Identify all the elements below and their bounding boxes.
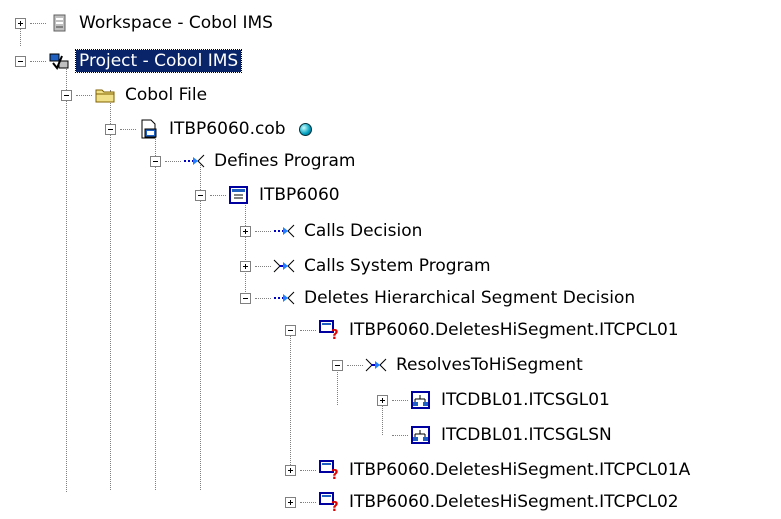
tree-line <box>110 90 111 490</box>
tree-node-label: ITBP6060.DeletesHiSegment.ITCPCL02 <box>349 492 679 512</box>
tree-node-label: Project - Cobol IMS <box>74 49 243 73</box>
program-icon <box>228 185 250 205</box>
relationship-icon <box>273 256 295 276</box>
expand-toggle[interactable] <box>240 225 251 237</box>
tree-connector <box>347 364 363 366</box>
tree-node-label: Workspace - Cobol IMS <box>79 13 273 33</box>
expand-toggle[interactable] <box>240 260 251 272</box>
tree-node-resolves-to[interactable]: ResolvesToHiSegment <box>332 351 586 379</box>
relationship-icon <box>365 355 387 375</box>
tree-connector <box>255 297 271 299</box>
collapse-toggle[interactable] <box>15 55 26 67</box>
tree-node-label: ITBP6060.cob <box>169 119 286 139</box>
tree-node-calls-system-program[interactable]: Calls System Program <box>240 252 494 280</box>
svg-text:?: ? <box>331 500 339 512</box>
tree-node-label: ITBP6060 <box>259 185 340 205</box>
tree-connector <box>300 329 316 331</box>
tree-node-label: Cobol File <box>125 85 208 105</box>
tree-connector <box>392 434 408 436</box>
segment-icon <box>410 425 432 445</box>
decision-icon: ? <box>318 320 340 340</box>
collapse-toggle[interactable] <box>240 292 251 304</box>
tree-node-segment-2[interactable]: ITCDBL01.ITCSGLSN <box>392 421 615 449</box>
tree-node-program[interactable]: ITBP6060 <box>195 181 343 209</box>
project-icon <box>48 51 70 71</box>
project-tree: Workspace - Cobol IMS Project - Cobol IM… <box>0 0 781 519</box>
tree-node-label: Defines Program <box>214 151 356 171</box>
tree-node-cobol-file[interactable]: Cobol File <box>61 81 210 109</box>
expand-toggle[interactable] <box>285 464 296 476</box>
tree-node-decision-3[interactable]: ? ITBP6060.DeletesHiSegment.ITCPCL02 <box>285 488 682 516</box>
tree-connector <box>255 265 271 267</box>
folder-icon <box>94 85 116 105</box>
tree-line <box>155 135 156 490</box>
relationship-icon <box>273 221 295 241</box>
tree-connector <box>30 22 46 24</box>
decision-icon: ? <box>318 492 340 512</box>
relationship-icon <box>273 288 295 308</box>
svg-text:?: ? <box>331 468 339 480</box>
tree-connector <box>30 60 46 62</box>
decision-icon: ? <box>318 460 340 480</box>
expand-toggle[interactable] <box>377 394 388 406</box>
collapse-toggle[interactable] <box>150 155 161 167</box>
expand-toggle[interactable] <box>285 496 296 508</box>
tree-node-segment-1[interactable]: ITCDBL01.ITCSGL01 <box>377 386 613 414</box>
expand-toggle[interactable] <box>15 17 26 29</box>
tree-line <box>200 165 201 490</box>
workspace-icon <box>48 13 70 33</box>
svg-text:?: ? <box>331 328 339 340</box>
tree-node-decision-2[interactable]: ? ITBP6060.DeletesHiSegment.ITCPCL01A <box>285 456 693 484</box>
status-bullet-icon <box>298 122 312 136</box>
tree-node-calls-decision[interactable]: Calls Decision <box>240 217 425 245</box>
tree-node-label: Deletes Hierarchical Segment Decision <box>304 288 636 308</box>
collapse-toggle[interactable] <box>285 324 296 336</box>
tree-node-label: Calls Decision <box>304 221 423 241</box>
tree-node-project[interactable]: Project - Cobol IMS <box>15 47 243 75</box>
relationship-icon <box>183 151 205 171</box>
collapse-toggle[interactable] <box>105 123 116 135</box>
tree-node-label: ITBP6060.DeletesHiSegment.ITCPCL01A <box>349 460 691 480</box>
tree-node-workspace[interactable]: Workspace - Cobol IMS <box>15 9 276 37</box>
tree-connector <box>165 160 181 162</box>
tree-connector <box>300 501 316 503</box>
tree-connector <box>255 230 271 232</box>
tree-node-file[interactable]: ITBP6060.cob <box>105 115 312 143</box>
tree-node-decision-1[interactable]: ? ITBP6060.DeletesHiSegment.ITCPCL01 <box>285 316 682 344</box>
tree-node-deletes-segment-decision[interactable]: Deletes Hierarchical Segment Decision <box>240 284 638 312</box>
tree-node-label: ITCDBL01.ITCSGLSN <box>441 425 612 445</box>
collapse-toggle[interactable] <box>61 89 72 101</box>
tree-connector <box>120 128 136 130</box>
tree-node-label: ResolvesToHiSegment <box>396 355 583 375</box>
segment-icon <box>410 390 432 410</box>
tree-line <box>66 62 67 492</box>
tree-node-defines-program[interactable]: Defines Program <box>150 147 358 175</box>
cobol-file-icon <box>138 119 160 139</box>
tree-connector <box>300 469 316 471</box>
tree-line <box>290 330 291 475</box>
tree-connector <box>76 94 92 96</box>
tree-connector <box>210 194 226 196</box>
tree-node-label: Calls System Program <box>304 256 491 276</box>
collapse-toggle[interactable] <box>332 359 343 371</box>
tree-node-label: ITCDBL01.ITCSGL01 <box>441 390 610 410</box>
collapse-toggle[interactable] <box>195 189 206 201</box>
tree-connector <box>392 399 408 401</box>
tree-node-label: ITBP6060.DeletesHiSegment.ITCPCL01 <box>349 320 679 340</box>
